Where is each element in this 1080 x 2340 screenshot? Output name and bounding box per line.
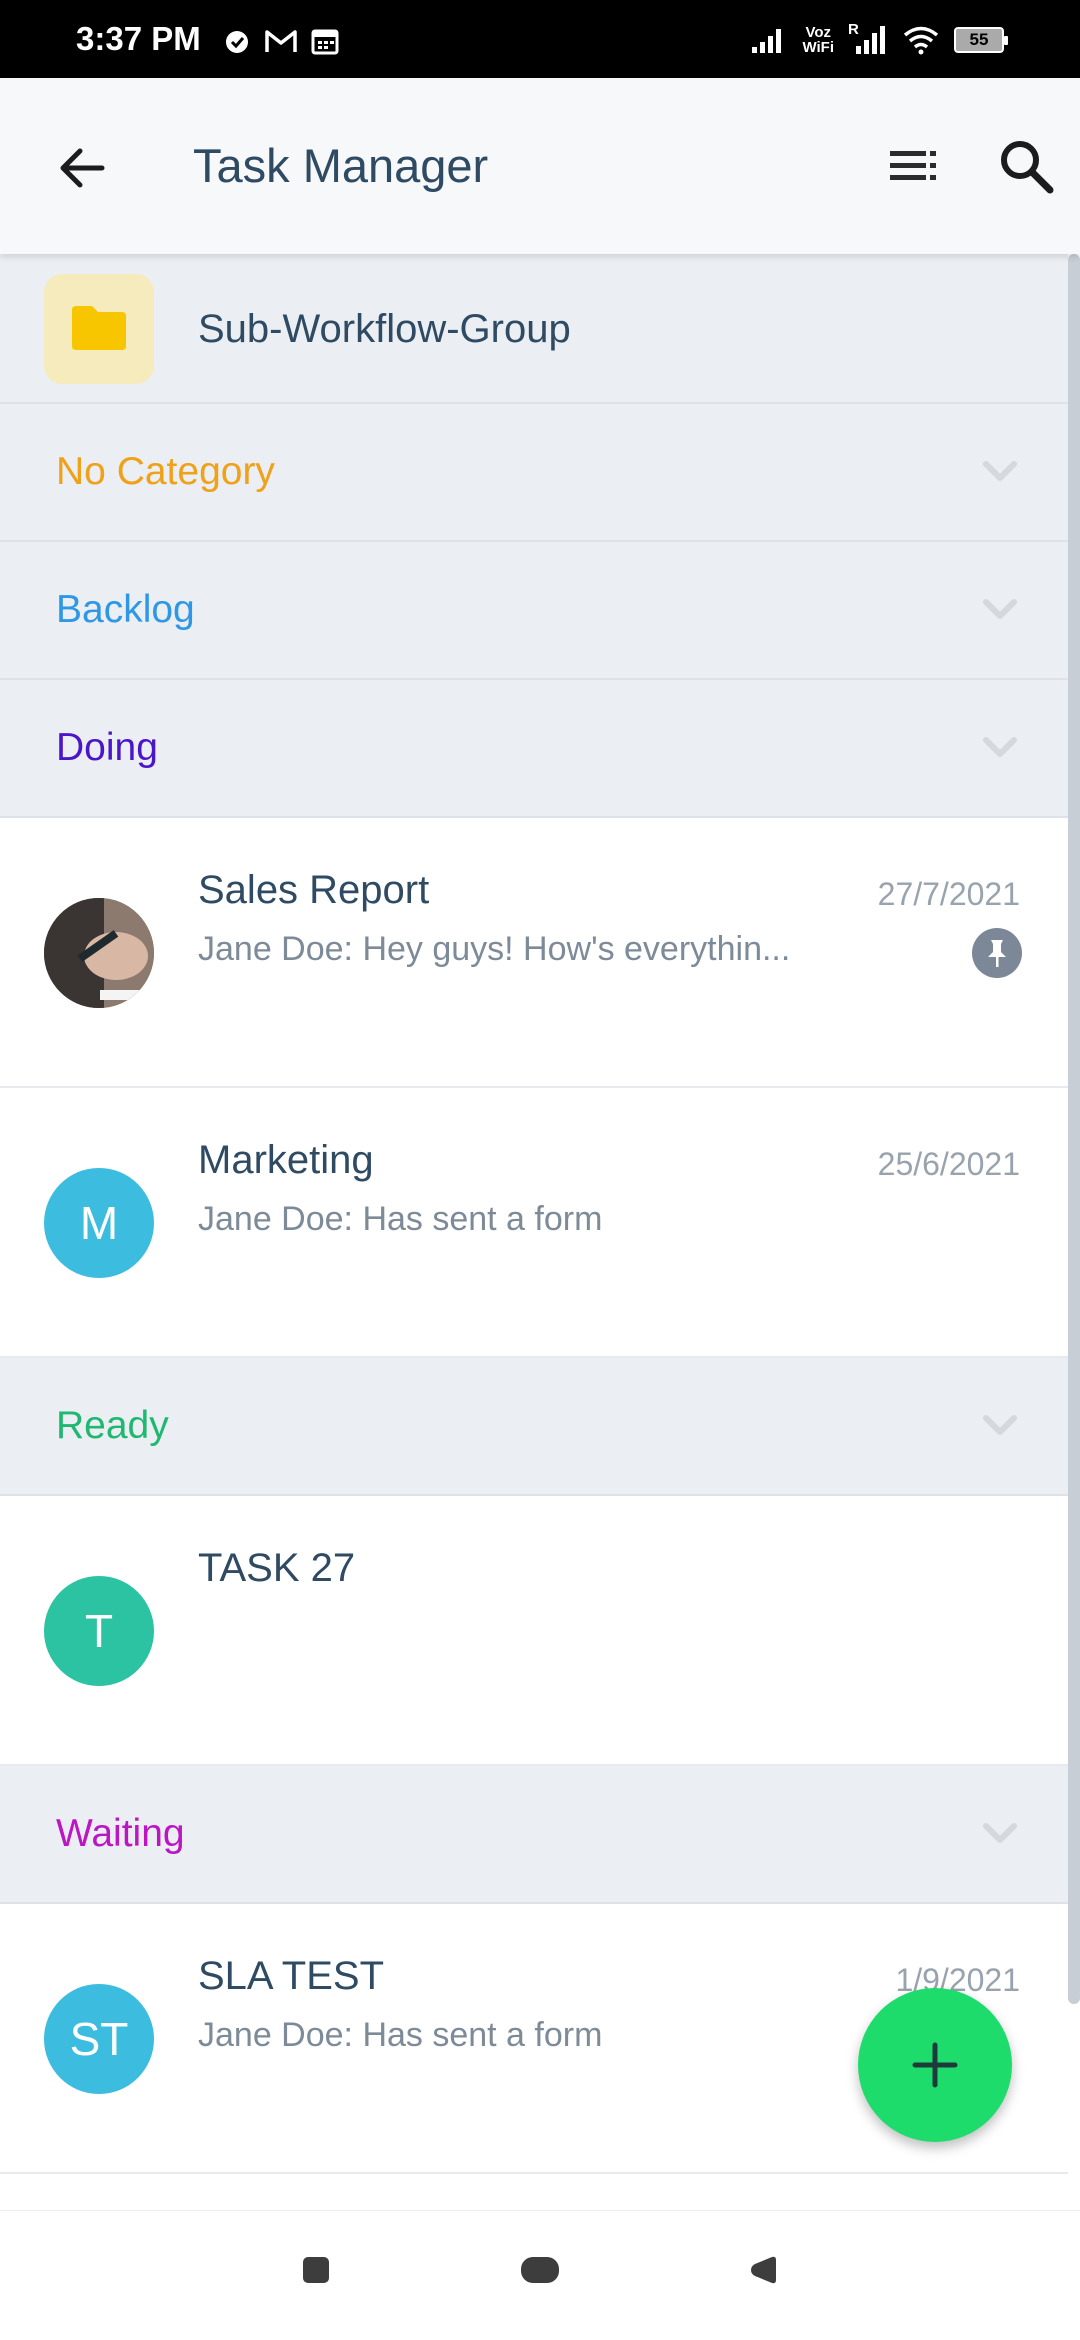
section-doing[interactable]: Doing [0, 680, 1068, 818]
task-title: Sales Report [198, 868, 430, 912]
task-date: 25/6/2021 [877, 1146, 1020, 1182]
voz-label: Voz [805, 24, 832, 41]
task-title: SLA TEST [198, 1954, 385, 1998]
task-row-marketing[interactable]: M Marketing Jane Doe: Has sent a form 25… [0, 1088, 1068, 1358]
battery-indicator: 55 [954, 27, 1008, 53]
plus-icon [912, 2042, 958, 2088]
folder-icon [72, 306, 126, 350]
section-ready[interactable]: Ready [0, 1358, 1068, 1496]
task-last-message: Jane Doe: Hey guys! How's everythin... [198, 930, 791, 968]
add-task-button[interactable] [858, 1988, 1012, 2142]
chevron-down-icon[interactable] [980, 592, 1020, 628]
task-date: 27/7/2021 [877, 876, 1020, 912]
task-row-sales-report[interactable]: Sales Report Jane Doe: Hey guys! How's e… [0, 818, 1068, 1088]
voz-wifi-label: Voz WiFi [802, 25, 834, 55]
section-backlog[interactable]: Backlog [0, 542, 1068, 680]
chevron-down-icon[interactable] [980, 730, 1020, 766]
chevron-down-icon[interactable] [980, 1408, 1020, 1444]
pin-icon [972, 928, 1022, 978]
scrollbar-thumb[interactable] [1068, 254, 1080, 2004]
list-menu-icon[interactable] [886, 138, 942, 194]
photo-avatar-image [44, 898, 154, 1008]
avatar-initials: M [44, 1168, 154, 1278]
status-system-icons: Voz WiFi R 55 [750, 22, 1008, 58]
group-row[interactable]: Sub-Workflow-Group [0, 254, 1068, 404]
recent-apps-icon[interactable] [302, 2256, 330, 2284]
section-label: Ready [56, 1404, 169, 1447]
avatar-photo [44, 898, 154, 1008]
task-title: Marketing [198, 1138, 374, 1182]
system-nav-bar [0, 2210, 1080, 2340]
group-label: Sub-Workflow-Group [198, 307, 571, 351]
wifi-label: WiFi [802, 39, 834, 56]
section-label: Doing [56, 726, 158, 769]
scrollbar[interactable] [1068, 254, 1080, 2004]
section-label: No Category [56, 450, 275, 493]
avatar-initials: T [44, 1576, 154, 1686]
task-title: TASK 27 [198, 1546, 356, 1590]
gmail-icon [265, 30, 297, 52]
roaming-signal: R [848, 22, 888, 56]
signal-icon [752, 29, 782, 53]
alarm-icon [226, 31, 248, 53]
task-row-task-27[interactable]: T TASK 27 [0, 1496, 1068, 1766]
back-button[interactable] [50, 136, 114, 200]
status-notification-icons [222, 26, 340, 56]
status-bar: 3:37 PM Voz WiFi R 55 [0, 0, 1080, 78]
section-no-category[interactable]: No Category [0, 404, 1068, 542]
folder-avatar [44, 274, 154, 384]
search-icon[interactable] [994, 134, 1058, 198]
section-label: Backlog [56, 588, 195, 631]
chevron-down-icon[interactable] [980, 1816, 1020, 1852]
home-icon[interactable] [520, 2256, 560, 2284]
wifi-icon [903, 26, 939, 55]
chevron-down-icon[interactable] [980, 454, 1020, 490]
avatar-initials: ST [44, 1984, 154, 2094]
task-last-message: Jane Doe: Has sent a form [198, 2016, 603, 2054]
signal-roaming-icon [856, 26, 885, 54]
task-last-message: Jane Doe: Has sent a form [198, 1200, 603, 1238]
section-label: Waiting [56, 1812, 185, 1855]
task-list: Sub-Workflow-Group No Category Backlog D… [0, 254, 1068, 2174]
back-nav-icon[interactable] [748, 2256, 778, 2284]
page-title: Task Manager [193, 139, 489, 192]
app-bar: Task Manager [0, 78, 1080, 254]
status-time: 3:37 PM [76, 20, 201, 57]
calendar-icon [311, 29, 339, 55]
section-waiting[interactable]: Waiting [0, 1766, 1068, 1904]
